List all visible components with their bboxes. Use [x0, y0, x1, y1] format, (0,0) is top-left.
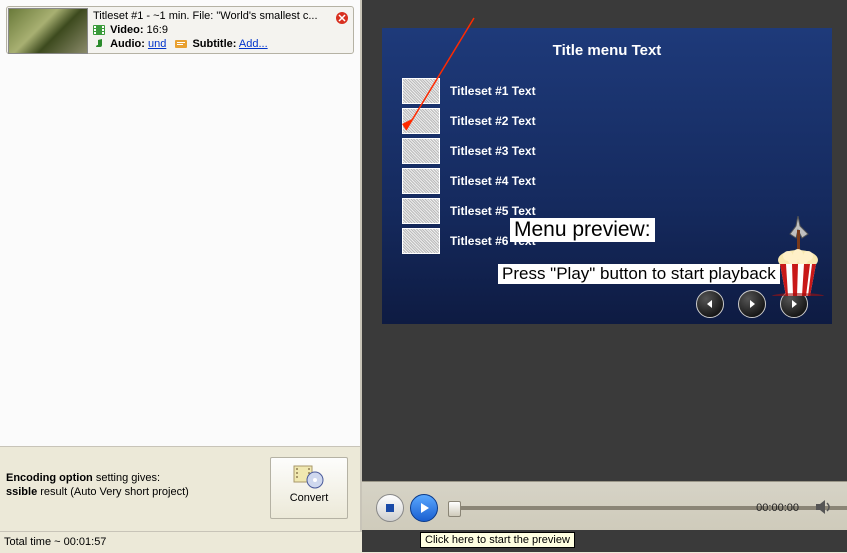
seek-thumb[interactable] — [448, 501, 461, 517]
total-time: Total time ~ 00:01:57 — [4, 536, 106, 548]
titleset-info: Titleset #1 - ~1 min. File: "World's sma… — [89, 7, 353, 53]
menu-thumb — [402, 108, 440, 134]
preview-overlay-title: Menu preview: — [510, 218, 655, 242]
video-label: Video: — [110, 24, 143, 36]
dvd-menu: Title menu Text Titleset #1 Text Titlese… — [382, 28, 832, 324]
convert-button[interactable]: Convert — [270, 457, 348, 519]
volume-icon[interactable] — [813, 496, 835, 518]
close-icon[interactable] — [335, 11, 349, 25]
preview-area: Title menu Text Titleset #1 Text Titlese… — [362, 0, 847, 480]
video-value: 16:9 — [147, 24, 168, 36]
audio-label: Audio: — [110, 38, 145, 50]
titleset-title: Titleset #1 - ~1 min. File: "World's sma… — [93, 9, 349, 23]
titleset-card[interactable]: Titleset #1 - ~1 min. File: "World's sma… — [6, 6, 354, 54]
right-pane: Title menu Text Titleset #1 Text Titlese… — [362, 0, 847, 552]
dvd-menu-item[interactable]: Titleset #4 Text — [402, 166, 536, 196]
nav-play-button[interactable] — [738, 290, 766, 318]
play-button[interactable] — [410, 494, 438, 522]
menu-thumb — [402, 138, 440, 164]
note-icon — [93, 39, 105, 49]
film-icon — [93, 25, 105, 35]
dvd-menu-item[interactable]: Titleset #1 Text — [402, 76, 536, 106]
dvd-menu-item[interactable]: Titleset #2 Text — [402, 106, 536, 136]
play-tooltip: Click here to start the preview — [420, 532, 575, 548]
convert-label: Convert — [271, 492, 347, 504]
player-bar: 00:00:00 Click here to start the preview — [362, 481, 847, 530]
dvd-menu-item[interactable]: Titleset #3 Text — [402, 136, 536, 166]
titleset-thumbnail — [8, 8, 88, 54]
menu-thumb — [402, 78, 440, 104]
left-pane: Titleset #1 - ~1 min. File: "World's sma… — [0, 0, 362, 552]
stop-button[interactable] — [376, 494, 404, 522]
subtitle-add-link[interactable]: Add... — [239, 38, 268, 50]
subtitle-label: Subtitle: — [192, 38, 236, 50]
audio-link[interactable]: und — [148, 38, 166, 50]
preview-overlay-sub: Press "Play" button to start playback — [498, 264, 780, 284]
timecode: 00:00:00 — [756, 502, 799, 514]
menu-thumb — [402, 228, 440, 254]
subtitle-icon — [175, 39, 187, 49]
bottom-strip: Encoding option setting gives: ssible re… — [0, 446, 360, 532]
menu-thumb — [402, 198, 440, 224]
menu-thumb — [402, 168, 440, 194]
popcorn-image — [770, 216, 826, 296]
convert-icon — [293, 464, 325, 490]
nav-prev-button[interactable] — [696, 290, 724, 318]
encoding-summary: Encoding option setting gives: ssible re… — [6, 471, 258, 499]
dvd-menu-title: Title menu Text — [382, 28, 832, 69]
